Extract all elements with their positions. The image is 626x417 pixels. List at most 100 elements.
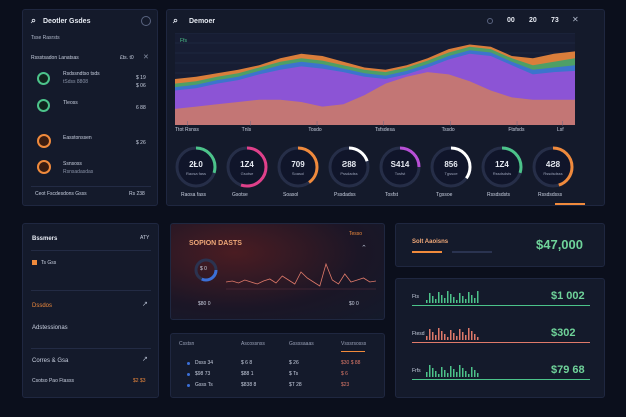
gauge: S414 Tosfst bbox=[379, 146, 421, 188]
trend-bar bbox=[474, 298, 476, 303]
trend-bar bbox=[471, 331, 473, 340]
trend-bar bbox=[435, 371, 437, 377]
list-item-line1: Tleoss bbox=[63, 100, 78, 106]
close-icon[interactable]: ✕ bbox=[143, 54, 149, 61]
highlight-bar bbox=[555, 203, 585, 205]
left-panel-subtitle: Tsse Rasrsts bbox=[31, 35, 60, 41]
trend-bar bbox=[474, 334, 476, 340]
list-item-line2: Rsnsadasdas bbox=[63, 169, 94, 175]
table-cell: $88 1 bbox=[241, 371, 254, 377]
left-panel-header-value: £ts. t0 bbox=[120, 55, 134, 61]
x-axis-tick: | bbox=[316, 121, 318, 127]
trend-bar bbox=[465, 335, 467, 340]
table-header-accent bbox=[341, 351, 365, 352]
trend-bar bbox=[432, 368, 434, 377]
gauge-sublabel: Rssdsdsts bbox=[493, 171, 511, 176]
balance-label: Solt Aaoisns bbox=[412, 239, 449, 245]
gauge-label: Soasol bbox=[283, 192, 299, 198]
list-item-value2: $ 06 bbox=[136, 83, 146, 89]
gauge-sublabel: Soasol bbox=[292, 171, 304, 176]
trend-bar bbox=[429, 329, 431, 340]
trend-tag: Ftesd bbox=[412, 331, 425, 337]
list-item-line2: tSdss 8808 bbox=[63, 79, 89, 85]
balance-value: $47,000 bbox=[536, 237, 583, 252]
gauge-label: Rssdsdsss bbox=[538, 192, 563, 198]
bottom-left-item[interactable]: Dssdos bbox=[32, 303, 52, 309]
search-icon[interactable]: ⌕ bbox=[173, 16, 178, 25]
bottom-left-item[interactable]: Ts Gss bbox=[41, 261, 56, 266]
left-panel-footer-value: Rs 238 bbox=[129, 191, 145, 197]
trend-bar bbox=[459, 365, 461, 377]
trend-bar bbox=[429, 293, 431, 303]
settings-icon[interactable] bbox=[141, 16, 151, 26]
table-cell: $98 73 bbox=[195, 371, 211, 377]
divider bbox=[31, 186, 151, 187]
trend-bar bbox=[426, 372, 428, 377]
trend-bar bbox=[438, 328, 440, 340]
left-summary-panel: ⌕ Deotler Gsdes Tsse Rasrsts Rssstsadon … bbox=[22, 9, 158, 206]
item-icon bbox=[37, 160, 51, 174]
table-header: Gssssaaas bbox=[289, 341, 314, 347]
trend-bar bbox=[471, 295, 473, 303]
trend-bar bbox=[459, 329, 461, 340]
row-dot-icon bbox=[187, 362, 190, 365]
gauge-label: Tosfst bbox=[385, 192, 399, 198]
trend-bar bbox=[453, 333, 455, 340]
search-icon[interactable]: ⌕ bbox=[31, 16, 36, 25]
gauge-label: Pssdadss bbox=[334, 192, 356, 198]
gauge-value: 4Ƨ8 bbox=[546, 160, 561, 169]
table-cell: $30 $ 88 bbox=[341, 360, 361, 366]
trend-bar bbox=[456, 300, 458, 303]
tag-icon bbox=[32, 260, 37, 265]
divider bbox=[31, 290, 151, 291]
header-value: 20 bbox=[529, 17, 537, 24]
list-item-line1: Ssnsoss bbox=[63, 161, 82, 167]
row-dot-icon bbox=[187, 373, 190, 376]
trend-bar bbox=[441, 295, 443, 303]
trend-bar bbox=[471, 367, 473, 377]
gauge: 1Z4 Gsotse bbox=[226, 146, 268, 188]
sparkline-gauge-value: $ 0 bbox=[200, 266, 207, 272]
arrow-icon[interactable]: ↗ bbox=[142, 301, 148, 308]
balance-underline bbox=[412, 251, 442, 253]
gauge: 2Ł0 Raosa fass bbox=[175, 146, 217, 188]
row-dot-icon bbox=[187, 384, 190, 387]
trend-bar bbox=[459, 293, 461, 303]
collapse-icon[interactable]: ⌃ bbox=[361, 245, 367, 252]
close-icon[interactable]: ✕ bbox=[572, 16, 579, 24]
bottom-left-item[interactable]: Adstessionas bbox=[32, 325, 68, 331]
table-cell: $T 28 bbox=[289, 382, 302, 388]
trend-bar bbox=[477, 373, 479, 377]
x-axis-label: Ftsfsds bbox=[508, 127, 525, 133]
trend-bar bbox=[477, 291, 479, 303]
table-cell: $23 bbox=[341, 382, 350, 388]
bottom-left-item[interactable]: Csotso Pao Ftasss bbox=[32, 379, 74, 384]
trend-bar bbox=[435, 335, 437, 340]
trend-bar bbox=[456, 372, 458, 377]
refresh-icon[interactable] bbox=[487, 18, 493, 24]
x-axis-label: Tosdo bbox=[308, 127, 322, 133]
trend-bar bbox=[468, 374, 470, 377]
gauge: 4Ƨ8 Rssdsdsss bbox=[532, 146, 574, 188]
trend-bar bbox=[432, 296, 434, 303]
table-cell: $ Ts bbox=[289, 371, 299, 377]
gauge-value: 709 bbox=[291, 160, 305, 169]
gauge-value: S414 bbox=[391, 160, 410, 169]
bottom-left-item[interactable]: Corres & Gsa bbox=[32, 358, 68, 364]
gauge-label: Raosa fass bbox=[181, 192, 207, 198]
left-panel-title: Deotler Gsdes bbox=[43, 18, 91, 25]
x-axis-label: Tssdo bbox=[441, 127, 455, 133]
divider bbox=[31, 250, 151, 251]
x-axis-label: Tnls bbox=[241, 127, 252, 133]
x-axis-tick: | bbox=[249, 121, 251, 127]
arrow-icon[interactable]: ↗ bbox=[142, 356, 148, 363]
bottom-left-title-value: ATY bbox=[140, 235, 150, 241]
x-axis-label: Ttot Rsnss bbox=[175, 127, 199, 133]
sparkline-panel: SOPION DASTS Tesso ⌃ $ 0 $80 0 $0 0 bbox=[170, 223, 385, 320]
item-icon bbox=[37, 134, 51, 148]
gauge-sublabel: Gsotse bbox=[241, 171, 254, 176]
table-cell: $ 6 8 bbox=[241, 360, 253, 366]
table-cell: $ 26 bbox=[289, 360, 299, 366]
gauge-value: 1Z4 bbox=[495, 160, 509, 169]
trend-bar bbox=[447, 373, 449, 377]
